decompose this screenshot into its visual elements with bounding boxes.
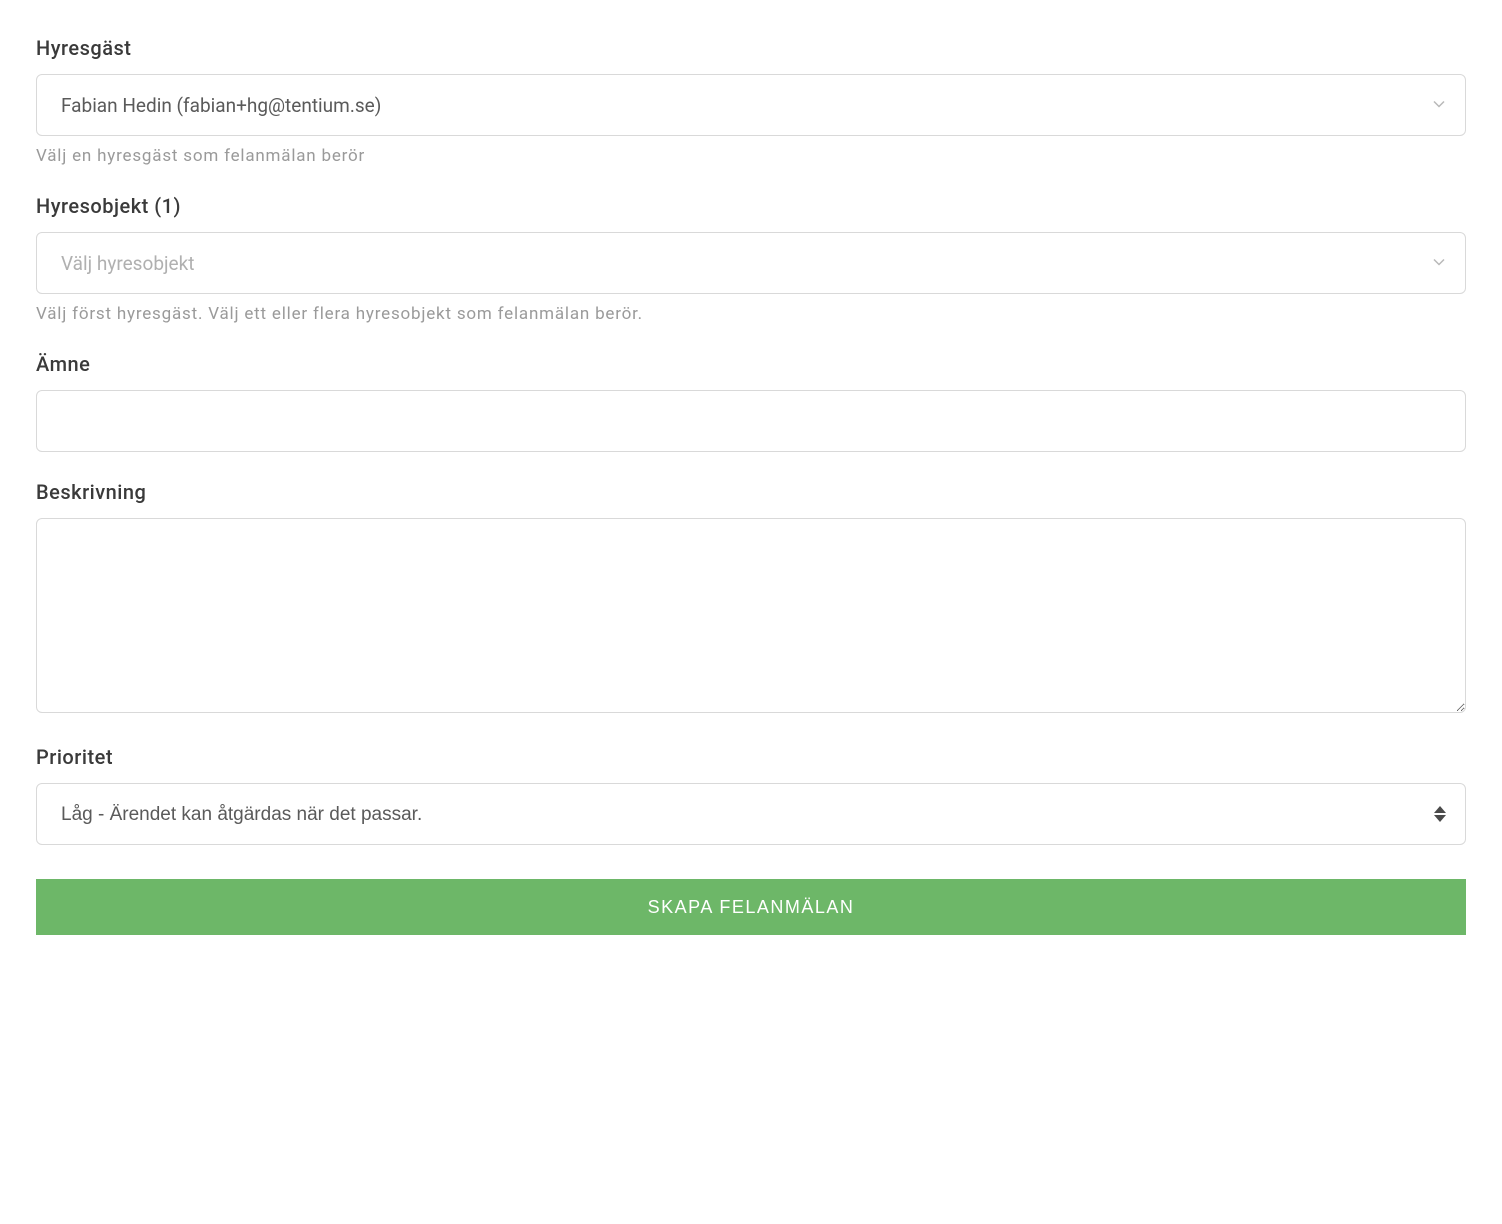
description-textarea[interactable] — [36, 518, 1466, 713]
tenant-label: Hyresgäst — [36, 36, 1466, 60]
property-help-text: Välj först hyresgäst. Välj ett eller fle… — [36, 304, 1466, 324]
create-report-button[interactable]: SKAPA FELANMÄLAN — [36, 879, 1466, 935]
tenant-select[interactable]: Fabian Hedin (fabian+hg@tentium.se) — [36, 74, 1466, 136]
property-select[interactable]: Välj hyresobjekt — [36, 232, 1466, 294]
priority-select[interactable]: Låg - Ärendet kan åtgärdas när det passa… — [36, 783, 1466, 845]
property-select-placeholder: Välj hyresobjekt — [36, 232, 1466, 294]
priority-label: Prioritet — [36, 745, 1466, 769]
tenant-help-text: Välj en hyresgäst som felanmälan berör — [36, 146, 1466, 166]
subject-label: Ämne — [36, 352, 1466, 376]
subject-input[interactable] — [36, 390, 1466, 452]
description-label: Beskrivning — [36, 480, 1466, 504]
tenant-select-value: Fabian Hedin (fabian+hg@tentium.se) — [36, 74, 1466, 136]
property-label: Hyresobjekt (1) — [36, 194, 1466, 218]
